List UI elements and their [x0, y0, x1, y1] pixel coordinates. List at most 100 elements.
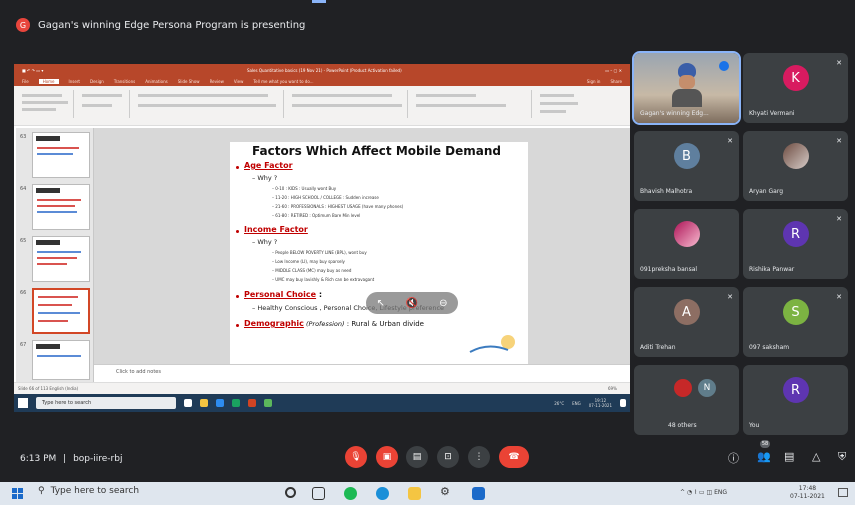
end-call-button[interactable]: ☎	[499, 446, 529, 468]
editing-group[interactable]	[536, 90, 584, 118]
remote-notification-icon[interactable]	[620, 399, 626, 407]
tab-animations[interactable]: Animations	[145, 79, 167, 84]
chat-icon[interactable]: ▤	[784, 450, 794, 463]
task-view-icon[interactable]	[312, 487, 325, 500]
participant-tile[interactable]: R ✕ Rishika Panwar	[743, 209, 848, 279]
settings-gear-icon[interactable]: ⚙	[440, 485, 453, 498]
tab-file[interactable]: File	[22, 79, 29, 84]
mail-icon[interactable]	[472, 487, 485, 500]
mic-off-button[interactable]: 🎙	[345, 446, 367, 468]
ribbon-tabs: File Home Insert Design Transitions Anim…	[14, 76, 630, 86]
minus-circle-icon[interactable]: ⊖	[439, 298, 447, 309]
participant-tile-presenter[interactable]: Gagan's winning Edg...	[632, 51, 741, 125]
captions-button[interactable]: ▤	[406, 446, 428, 468]
window-controls-icon[interactable]: ▭ – ▢ ✕	[605, 68, 622, 73]
powerpoint-icon[interactable]	[248, 399, 256, 407]
system-tray[interactable]: ^ ◔ ⌇ ▭ ◫ ENG	[680, 489, 727, 496]
windows-start-icon[interactable]	[18, 398, 28, 408]
activities-icon[interactable]: △	[812, 450, 820, 463]
participant-tile-self[interactable]: R You	[743, 365, 848, 435]
chrome-icon[interactable]	[232, 399, 240, 407]
notes-pane[interactable]: Click to add notes	[94, 364, 630, 382]
taskbar-clock[interactable]: 17:48 07-11-2021	[790, 485, 825, 501]
cortana-icon[interactable]	[285, 487, 296, 498]
tab-insert[interactable]: Insert	[69, 79, 80, 84]
file-explorer-icon[interactable]	[408, 487, 421, 500]
host-controls-icon[interactable]: ⛨	[838, 450, 846, 464]
mic-off-icon: ✕	[836, 59, 842, 67]
age-item: – 0-10 : KIDS : Usually wont Buy	[272, 186, 337, 191]
tell-me-box[interactable]: Tell me what you want to do...	[253, 79, 313, 84]
notification-icon[interactable]	[838, 488, 848, 497]
participant-avatar: B	[673, 143, 700, 169]
slide-number: 66	[20, 290, 27, 296]
spotify-icon[interactable]	[344, 487, 357, 500]
present-button[interactable]: ⊡	[437, 446, 459, 468]
participant-tile[interactable]: S ✕ 097 saksham	[743, 287, 848, 357]
clipboard-group[interactable]	[18, 90, 74, 118]
powerpoint-statusbar: Slide 66 of 113 English (India) 69%	[14, 382, 630, 394]
slide-thumbnail[interactable]	[32, 132, 90, 178]
powerpoint-titlebar: ■ ↶ ↷ ▭ ▾ Sales Quantitative basics (19 …	[14, 64, 630, 76]
edge-icon[interactable]	[376, 487, 389, 500]
participant-tile[interactable]: 091preksha bansal	[634, 209, 739, 279]
participant-avatar: R	[782, 377, 809, 403]
participant-avatar: S	[782, 299, 809, 325]
edge-icon[interactable]	[216, 399, 224, 407]
taskbar-search[interactable]: ⚲ Type here to search	[38, 486, 139, 496]
status-zoom[interactable]: 69%	[608, 386, 617, 391]
personal-choice-row: Personal Choice :	[244, 290, 322, 299]
paragraph-group[interactable]	[288, 90, 408, 118]
tab-slide-show[interactable]: Slide Show	[178, 79, 200, 84]
tab-transitions[interactable]: Transitions	[114, 79, 135, 84]
remote-search-box[interactable]: Type here to search	[36, 397, 176, 409]
participant-tile[interactable]: B ✕ Bhavish Malhotra	[634, 131, 739, 201]
app-icon[interactable]	[264, 399, 272, 407]
more-options-button[interactable]: ⋮	[468, 446, 490, 468]
participant-tile[interactable]: A ✕ Aditi Trehan	[634, 287, 739, 357]
age-item: – 61-80 : RETIRED : Optimum Bare Min lev…	[272, 213, 361, 218]
signin-link[interactable]: Sign in	[587, 79, 601, 84]
slide-number: 65	[20, 238, 27, 244]
participant-name: You	[749, 422, 760, 429]
slide-number: 67	[20, 342, 27, 348]
people-icon[interactable]: 👥	[757, 450, 771, 463]
participant-tile-others[interactable]: N 48 others	[634, 365, 739, 435]
participant-tile[interactable]: ✕ Aryan Garg	[743, 131, 848, 201]
meeting-separator: |	[63, 454, 67, 464]
slide-thumbnail[interactable]	[32, 184, 90, 230]
tab-review[interactable]: Review	[210, 79, 224, 84]
windows-start-icon[interactable]	[12, 488, 23, 499]
participant-name: Aditi Trehan	[640, 344, 676, 351]
ribbon	[14, 86, 630, 126]
mute-overlay-icon[interactable]: 🔇	[406, 298, 418, 309]
participant-name: Rishika Panwar	[749, 266, 795, 273]
remote-date: 07-11-2021	[588, 403, 612, 408]
camera-off-button[interactable]: ▣	[376, 446, 398, 468]
personal-choice-colon: :	[316, 290, 323, 299]
slide-thumbnail-selected[interactable]	[32, 288, 90, 334]
status-slide-info: Slide 66 of 113 English (India)	[18, 386, 79, 391]
slides-group[interactable]	[78, 90, 130, 118]
meeting-details-icon[interactable]: ⓘ	[728, 450, 739, 466]
google-meet-window: G Gagan's winning Edge Persona Program i…	[0, 0, 855, 505]
slide-thumbnail[interactable]	[32, 340, 90, 380]
tab-design[interactable]: Design	[90, 79, 104, 84]
slide-thumbnail[interactable]	[32, 236, 90, 282]
tab-home[interactable]: Home	[38, 78, 59, 84]
drawing-group[interactable]	[412, 90, 532, 118]
share-button[interactable]: Share	[610, 79, 622, 84]
participant-photo	[782, 143, 809, 169]
why-label: – Why ?	[252, 174, 278, 182]
file-explorer-icon[interactable]	[200, 399, 208, 407]
tab-view[interactable]: View	[234, 79, 244, 84]
meeting-time: 6:13 PM	[20, 454, 57, 464]
presentation-overlay-controls[interactable]: ↖ 🔇 ⊖	[366, 292, 458, 314]
age-item: – 21-60 : PROFESSIONALS : HIGHEST USAGE …	[272, 204, 404, 209]
participant-tile[interactable]: K ✕ Khyati Vermani	[743, 53, 848, 123]
windows-taskbar: ⚲ Type here to search ⚙ ^ ◔ ⌇ ▭ ◫ ENG 17…	[0, 482, 855, 505]
task-view-icon[interactable]	[184, 399, 192, 407]
pointer-icon[interactable]: ↖	[376, 298, 384, 309]
quick-access-icons[interactable]: ■ ↶ ↷ ▭ ▾	[22, 68, 43, 73]
font-group[interactable]	[134, 90, 284, 118]
